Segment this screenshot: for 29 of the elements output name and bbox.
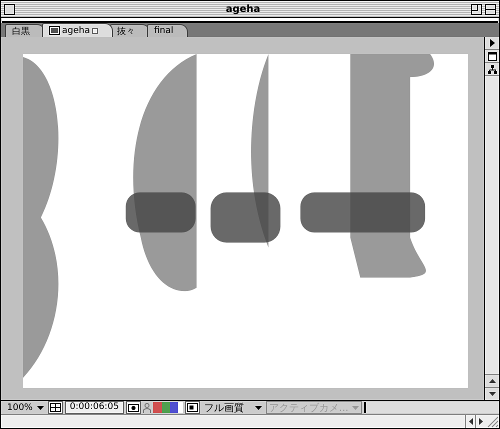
tab[interactable]: 白黒 xyxy=(5,24,45,37)
right-arrow-icon xyxy=(478,418,482,425)
vertical-scrollbar[interactable] xyxy=(485,76,499,374)
scroll-left-button[interactable] xyxy=(465,415,475,428)
caret-icon xyxy=(352,406,360,410)
resolution-dropdown[interactable]: フル画質 xyxy=(202,402,264,413)
resize-grip-icon[interactable] xyxy=(485,415,499,428)
window-icon[interactable] xyxy=(485,50,499,63)
camera-icon[interactable] xyxy=(126,401,141,414)
left-arrow-icon xyxy=(468,418,472,425)
window-title: ageha xyxy=(224,4,262,14)
up-arrow-icon xyxy=(488,379,496,383)
collapse-box[interactable] xyxy=(471,4,482,14)
close-box[interactable] xyxy=(4,4,15,14)
zoom-box[interactable] xyxy=(485,4,496,14)
timecode-field[interactable]: 0:00:06:05 xyxy=(64,401,124,414)
caret-icon xyxy=(36,406,44,410)
person-icon[interactable] xyxy=(142,402,151,412)
safe-zones-icon[interactable] xyxy=(48,401,63,414)
tab[interactable]: final xyxy=(146,24,188,37)
scroll-right-button[interactable] xyxy=(475,415,485,428)
zoom-dropdown[interactable]: 100% xyxy=(5,402,46,413)
tab[interactable]: ageha xyxy=(42,23,113,37)
down-arrow-icon xyxy=(488,392,496,396)
film-icon xyxy=(49,26,60,35)
region-icon[interactable] xyxy=(184,401,200,414)
lock-icon[interactable] xyxy=(92,28,98,34)
menu-arrow-icon[interactable] xyxy=(485,37,499,50)
caret-icon xyxy=(254,406,262,410)
